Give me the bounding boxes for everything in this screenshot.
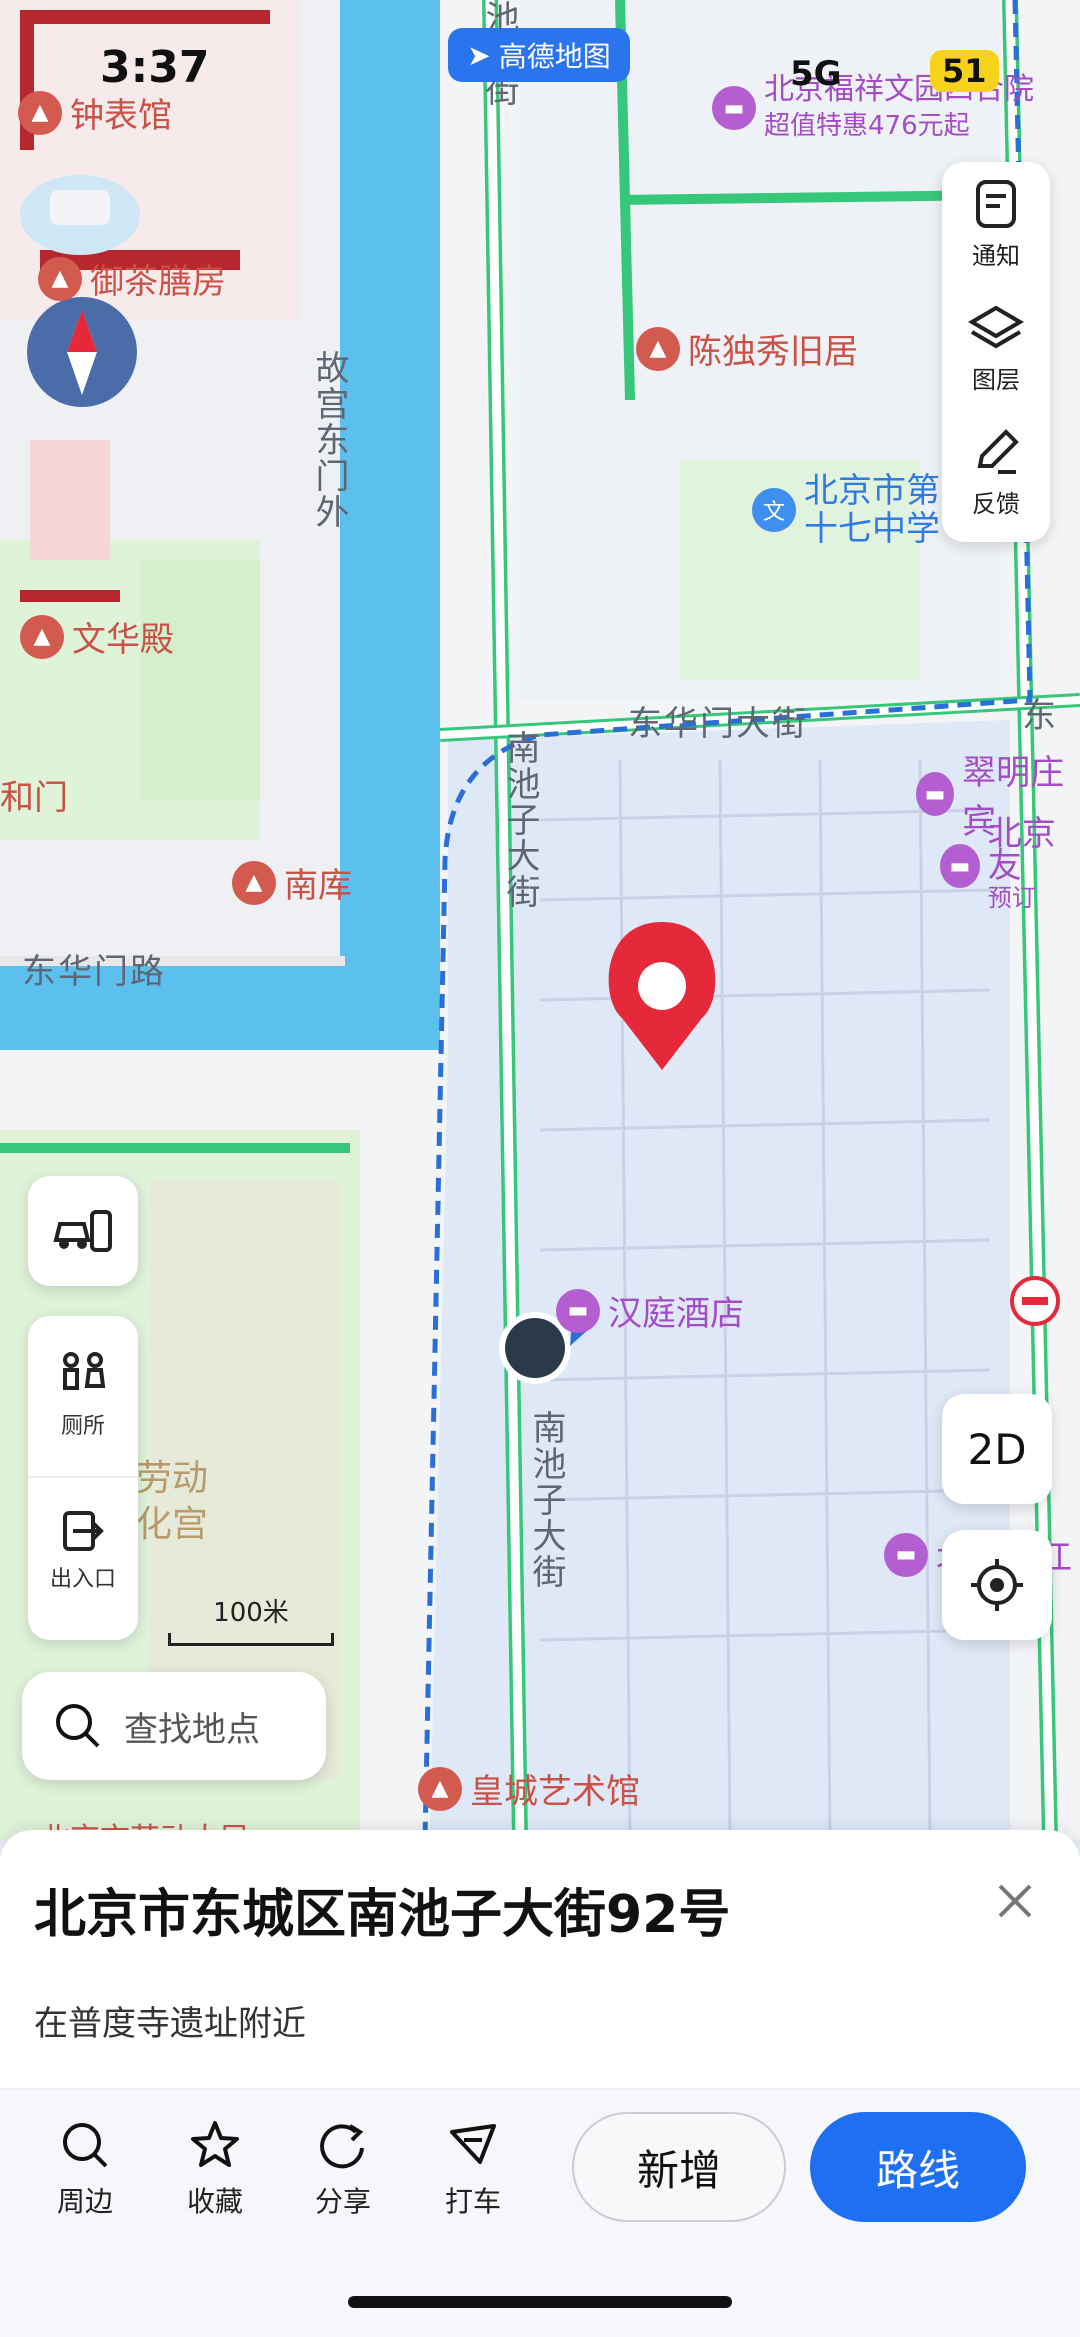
notice-button[interactable]: 通知 [942,162,1050,286]
poi-school[interactable]: 文北京市第 十七中学 [752,472,940,548]
facility-panel: 厕所 出入口 [28,1316,138,1640]
poi-laodong: 劳动 化宫 [136,1458,209,1545]
view-2d-toggle[interactable]: 2D [942,1394,1052,1504]
feedback-button[interactable]: 反馈 [942,410,1050,534]
hotel-icon: ▬ [940,844,980,888]
locate-button[interactable] [942,1530,1052,1640]
road-label-donghuamen-lu: 东华门路 [22,952,166,992]
star-icon [191,2121,239,2167]
road-label-nanchizi-lower: 南池子大街 [526,1410,566,1590]
museum-icon: ▲ [636,326,680,371]
hotel-icon: ▬ [916,772,955,816]
search-box[interactable]: 查找地点 [22,1672,326,1780]
entrance-icon [63,1511,104,1551]
battery-indicator: 51 [930,50,999,92]
poi-chenduxiu[interactable]: ▲ 陈独秀旧居 [636,324,858,373]
home-indicator[interactable] [348,2296,732,2308]
notice-icon [976,179,1016,228]
route-button[interactable]: 路线 [810,2112,1026,2222]
share-icon [320,2124,364,2169]
navigation-arrow-icon: ➤ [467,38,491,72]
car-phone-icon [53,1210,112,1252]
museum-icon: ▲ [418,1766,462,1811]
nearby-description: 在普度寺遗址附近 [34,2004,306,2044]
poi-beijingyou[interactable]: ▬ 北京友 预订 [940,817,1080,914]
museum-icon: ▲ [38,256,82,301]
poi-huangcheng[interactable]: ▲ 皇城艺术馆 [418,1764,640,1813]
layers-icon [968,305,1024,348]
locate-icon [971,1559,1023,1611]
taxi-icon [450,2124,496,2164]
map-tools-panel: 通知 图层 反馈 [942,162,1050,542]
poi-wenhuadian[interactable]: ▲ 文华殿 [20,612,174,661]
road-label-donghuamen-dajie: 东华门大街 [628,704,808,744]
poi-hemen: 和门 [0,778,68,818]
nearby-button[interactable]: 周边 [30,2118,140,2220]
road-label-gugong: 故宫东门外 [309,350,349,530]
entrance-button[interactable]: 出入口 [28,1476,138,1622]
poi-hanting[interactable]: ▬ 汉庭酒店 [556,1286,744,1335]
toilet-icon [63,1352,106,1390]
road-label-dong: 东 [1022,696,1058,736]
app-badge[interactable]: ➤ 高德地图 [448,28,630,82]
status-time: 3:37 [100,42,210,93]
taxi-button[interactable]: 打车 [418,2118,528,2220]
no-entry-icon [1010,1276,1060,1326]
layers-button[interactable]: 图层 [942,286,1050,410]
school-icon: 文 [752,488,796,532]
close-icon[interactable] [990,1876,1040,1926]
pencil-icon [977,428,1019,474]
road-label-nanchizi-upper: 南池子大街 [500,730,540,910]
museum-icon: ▲ [232,860,276,905]
hotel-icon: ▬ [884,1532,928,1577]
map-view[interactable]: 故宫东门外 东华门大街 东华门路 南池子大街 南池子大街 池大街 东 ▲钟表馆 … [0,0,1080,1840]
search-placeholder: 查找地点 [124,1709,260,1750]
museum-icon: ▲ [20,614,64,659]
add-button[interactable]: 新增 [572,2112,786,2222]
address-title: 北京市东城区南池子大街92号 [34,1885,731,1945]
share-button[interactable]: 分享 [288,2118,398,2220]
map-scale: 100米 [168,1592,334,1646]
search-icon [63,2123,108,2168]
poi-yuchashanfang[interactable]: ▲ 御茶膳房 [38,254,226,303]
favorite-button[interactable]: 收藏 [160,2118,270,2220]
search-icon [56,1704,100,1748]
hotel-icon: ▬ [556,1288,600,1333]
poi-nanku[interactable]: ▲ 南库 [232,858,352,907]
network-indicator: 5G [790,54,842,94]
traffic-button[interactable] [28,1176,138,1286]
place-detail-sheet: 北京市东城区南池子大街92号 在普度寺遗址附近 周边 收藏 分享 打车 新增 路… [0,1830,1080,2337]
toilet-button[interactable]: 厕所 [28,1316,138,1476]
